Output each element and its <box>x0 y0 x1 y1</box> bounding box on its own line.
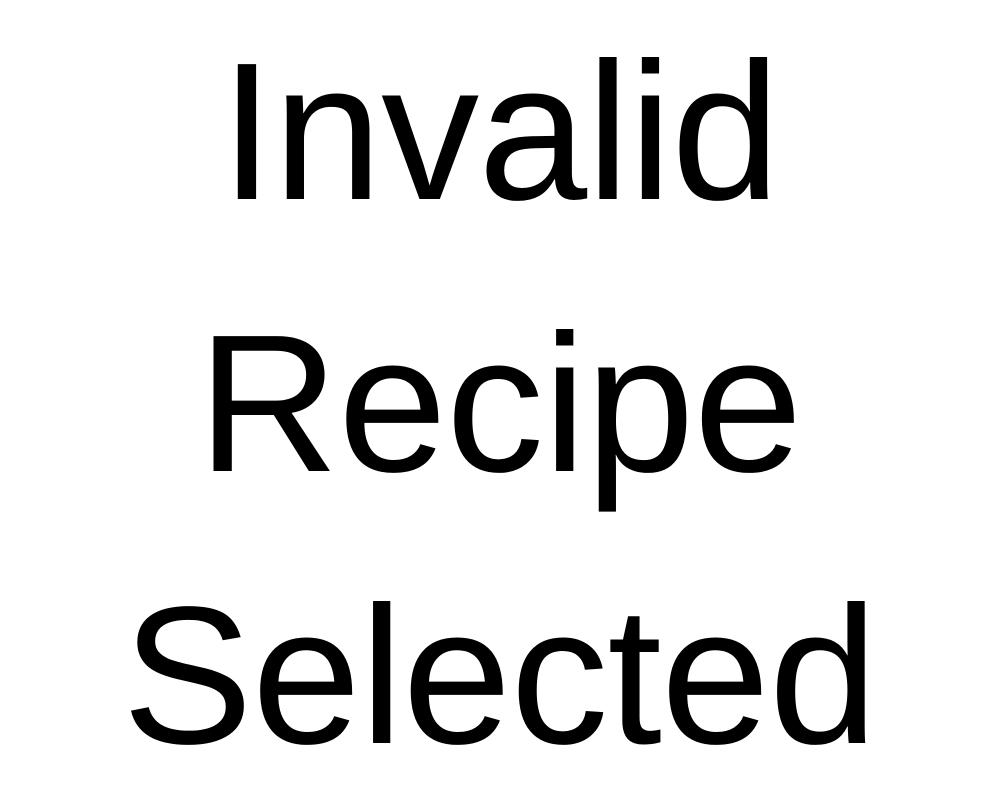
error-message-line-1: Invalid <box>219 22 781 241</box>
error-message: Invalid Recipe Selected <box>0 0 999 805</box>
error-message-line-2: Recipe <box>197 294 802 513</box>
error-screen: Invalid Recipe Selected <box>0 0 999 805</box>
error-message-line-3: Selected <box>122 566 878 785</box>
